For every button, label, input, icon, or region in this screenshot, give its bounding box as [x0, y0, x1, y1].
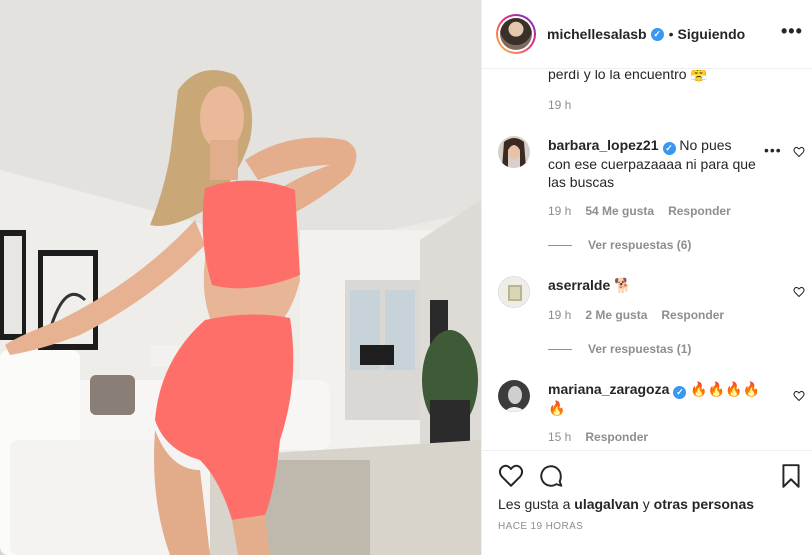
verified-badge-icon: ✓: [673, 386, 687, 399]
comment-likes[interactable]: 2 Me gusta: [585, 308, 647, 322]
comment-text: aserralde 🐕: [548, 276, 763, 294]
post-actions: Les gusta a ulagalvan y otras personas H…: [482, 450, 812, 555]
post-photo[interactable]: [0, 0, 481, 555]
likes-summary[interactable]: Les gusta a ulagalvan y otras personas: [498, 496, 754, 512]
comment-time[interactable]: 19 h: [548, 204, 571, 218]
comment-meta: 19 h 2 Me gusta Responder: [548, 308, 724, 322]
post-sidebar: michellesalasb ✓ • Siguiendo ••• perdí y…: [481, 0, 812, 555]
comment-meta: 19 h 54 Me gusta Responder: [548, 204, 731, 218]
verified-badge-icon: ✓: [662, 142, 676, 155]
view-replies-button[interactable]: Ver respuestas (6): [548, 238, 691, 252]
author-avatar[interactable]: [496, 14, 536, 54]
comment-text: perdí y lo la encuentro 😤: [548, 70, 708, 82]
post-timestamp: HACE 19 HORAS: [498, 521, 584, 532]
comment-options-icon[interactable]: •••: [764, 142, 782, 158]
comments-list[interactable]: perdí y lo la encuentro 😤 19 h barbara_l…: [482, 70, 812, 450]
comment-meta: 15 h Responder: [548, 430, 648, 444]
reply-button[interactable]: Responder: [661, 308, 724, 322]
reply-button[interactable]: Responder: [585, 430, 648, 444]
following-button[interactable]: Siguiendo: [678, 26, 746, 42]
view-replies-label: Ver respuestas (6): [588, 238, 692, 252]
commenter-username[interactable]: barbara_lopez21: [548, 137, 659, 153]
author-username[interactable]: michellesalasb: [547, 26, 647, 42]
separator-dot: •: [668, 26, 674, 42]
replies-line: [548, 244, 572, 246]
comment-heart-icon[interactable]: [793, 286, 805, 298]
bookmark-icon[interactable]: [778, 463, 804, 489]
view-replies-button[interactable]: Ver respuestas (1): [548, 342, 691, 356]
view-replies-label: Ver respuestas (1): [588, 342, 692, 356]
post-image: [0, 0, 481, 555]
commenter-username[interactable]: mariana_zaragoza: [548, 381, 669, 397]
likes-user[interactable]: ulagalvan: [574, 496, 639, 512]
more-options-icon[interactable]: •••: [781, 22, 802, 44]
comment-heart-icon[interactable]: [793, 390, 805, 402]
verified-badge-icon: ✓: [650, 27, 664, 41]
comment-heart-icon[interactable]: [793, 146, 805, 158]
replies-line: [548, 348, 572, 350]
commenter-avatar[interactable]: [498, 380, 530, 412]
comment-time[interactable]: 19 h: [548, 98, 571, 112]
comment-likes[interactable]: 54 Me gusta: [585, 204, 654, 218]
comment-body: 🐕: [614, 277, 632, 293]
likes-connector: y: [642, 496, 650, 512]
comment-time[interactable]: 15 h: [548, 430, 571, 444]
reply-button[interactable]: Responder: [668, 204, 731, 218]
post-header: michellesalasb ✓ • Siguiendo •••: [482, 0, 812, 69]
likes-prefix: Les gusta a: [498, 496, 571, 512]
comment-meta: 19 h: [548, 98, 571, 112]
commenter-username[interactable]: aserralde: [548, 277, 610, 293]
heart-icon[interactable]: [498, 463, 524, 489]
comment-text: barbara_lopez21 ✓ No pues con ese cuerpaz…: [548, 136, 756, 191]
likes-others[interactable]: otras personas: [654, 496, 754, 512]
commenter-avatar[interactable]: [498, 136, 530, 168]
comment-time[interactable]: 19 h: [548, 308, 571, 322]
comment-icon[interactable]: [538, 463, 564, 489]
comment-text: mariana_zaragoza ✓ 🔥🔥🔥🔥🔥: [548, 380, 768, 417]
commenter-avatar[interactable]: [498, 276, 530, 308]
